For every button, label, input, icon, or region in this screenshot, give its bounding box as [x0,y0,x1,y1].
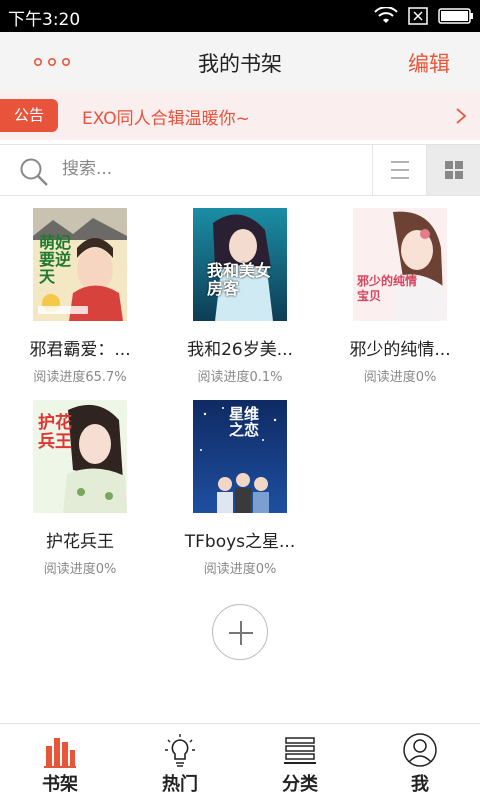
nav-label: 热门 [162,774,198,795]
bottom-navigation: 书架 热门 分类 我 [0,723,480,800]
chevron-right-icon[interactable] [454,107,468,125]
book-cover[interactable]: 我和美女房客 [193,208,287,321]
book-cover-title: 萌妃要逆天 [39,233,72,286]
status-icons [374,6,474,26]
book-cover-title: 我和美女房客 [207,261,272,298]
book-cover[interactable]: 护花兵王 [33,400,127,513]
wifi-icon [374,7,398,23]
book-cover[interactable]: 邪少的纯情宝贝 [353,208,447,321]
grid-view-button[interactable] [426,145,480,195]
book-title: 我和26岁美... [187,340,293,360]
bookshelf-icon [44,738,76,768]
edit-button[interactable]: 编辑 [408,48,450,78]
book-progress: 阅读进度0.1% [197,370,283,385]
battery-icon [438,8,473,24]
book-title: 护花兵王 [46,532,114,552]
book-progress: 阅读进度0% [363,370,437,385]
book-cover-title: 星维之恋 [229,405,260,439]
search-input[interactable] [62,159,362,179]
nav-item-bookshelf[interactable]: 书架 [0,724,120,800]
grid-icon [445,161,463,179]
announcement-text[interactable]: EXO同人合辑温暖你~ [82,104,250,129]
announcement-bar[interactable]: 公告 EXO同人合辑温暖你~ [0,92,480,140]
nav-item-category[interactable]: 分类 [240,724,360,800]
search-bar [0,144,480,196]
category-icon [284,737,316,764]
book-title: TFboys之星... [184,532,296,552]
book-progress: 阅读进度0% [43,562,117,577]
book-title: 邪君霸爱：... [29,340,131,360]
nav-item-me[interactable]: 我 [360,724,480,800]
nav-label: 我 [411,774,429,795]
no-sim-icon [408,7,428,25]
book-cover[interactable]: 萌妃要逆天 [33,208,127,321]
book-item[interactable]: 萌妃要逆天 邪君霸爱：... 阅读进度65.7% [0,200,160,390]
status-bar: 下午3:20 [0,0,480,32]
book-progress: 阅读进度0% [203,562,277,577]
nav-item-hot[interactable]: 热门 [120,724,240,800]
book-cover-title: 邪少的纯情宝贝 [357,274,418,303]
book-item[interactable]: 我和美女房客 我和26岁美... 阅读进度0.1% [160,200,320,390]
book-cover-title: 护花兵王 [38,413,72,452]
book-cover-illustration [353,208,447,321]
nav-label: 书架 [42,774,78,795]
add-book-button[interactable] [212,604,268,660]
status-time: 下午3:20 [8,10,81,30]
book-cover[interactable]: 星维之恋 [193,400,287,513]
book-item[interactable]: 邪少的纯情宝贝 邪少的纯情... 阅读进度0% [320,200,480,390]
book-item[interactable]: 星维之恋 TFboys之星... 阅读进度0% [160,392,320,582]
user-icon [403,733,437,767]
lightbulb-icon [165,734,195,767]
search-icon[interactable] [18,156,50,188]
plus-icon [229,621,253,645]
app-header: 我的书架 编辑 [0,32,480,92]
list-view-button[interactable] [372,145,426,195]
nav-label: 分类 [282,774,318,795]
book-item[interactable]: 护花兵王 护花兵王 阅读进度0% [0,392,160,582]
book-progress: 阅读进度65.7% [33,370,127,385]
book-title: 邪少的纯情... [349,340,451,360]
announcement-badge: 公告 [0,99,58,132]
list-icon [391,161,409,179]
